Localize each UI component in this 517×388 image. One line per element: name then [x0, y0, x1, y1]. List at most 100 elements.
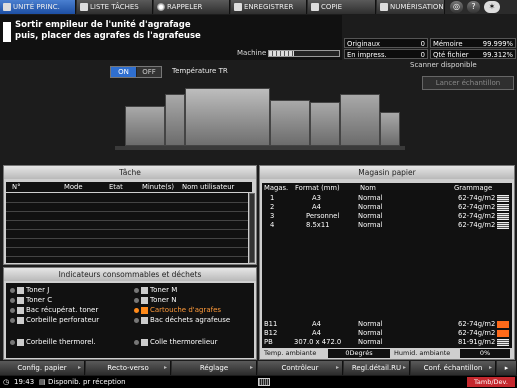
paper-level-icon: [497, 204, 509, 211]
col-mode: Mode: [64, 183, 83, 191]
tab-numerisation[interactable]: NUMÉRISATION: [377, 0, 445, 14]
toner-icon: [17, 287, 24, 294]
col-magas: Magas.: [264, 184, 289, 192]
table-row: [6, 256, 248, 257]
punch-icon: [17, 317, 24, 324]
tab-enregistrer[interactable]: ENREGISTRER: [231, 0, 307, 14]
config-papier-button[interactable]: Config. papier ▸: [0, 361, 85, 375]
machine-feeder: [125, 106, 165, 146]
indicator-cartouche-agrafes: Cartouche d'agrafes: [134, 306, 221, 315]
indicator-corbeille-perforateur: Corbeille perforateur: [10, 316, 99, 325]
indicator-toner-n: Toner N: [134, 296, 176, 305]
indicator-toner-j: Toner J: [10, 286, 49, 295]
paper-level-icon: [497, 195, 509, 202]
tamb-dev-badge[interactable]: Tamb/Dev.: [467, 377, 515, 387]
table-row: [6, 229, 248, 230]
staple-waste-icon: [141, 317, 148, 324]
help-icon: ?: [471, 2, 476, 11]
save-icon: [234, 3, 242, 11]
copy-icon: [311, 3, 319, 11]
tache-title: Tâche: [4, 166, 256, 179]
tab-unite-princ[interactable]: UNITÉ PRINC.: [0, 0, 76, 14]
magasin-list: 1 A3 Normal 62-74g/m2 2 A4 Normal 62-74g…: [262, 193, 512, 348]
settings-button[interactable]: ✶: [484, 1, 500, 13]
recall-icon: [157, 3, 165, 11]
status-dot: [134, 340, 139, 345]
arrow-icon: ▸: [402, 364, 406, 371]
tab-label: COPIE: [321, 3, 343, 11]
chevron-right-icon: ▸: [504, 364, 509, 372]
indicator-colle-thermorelieur: Colle thermorelieur: [134, 338, 217, 347]
next-page-button[interactable]: ▸: [497, 361, 517, 375]
tray-row-3[interactable]: 3 Personnel Normal 62-74g/m2: [262, 212, 512, 221]
magasin-title: Magasin papier: [260, 166, 514, 179]
counters-panel: Originaux 0 Mémoire 99.999% En impress. 0 Q…: [344, 38, 516, 60]
status-dot: [134, 298, 139, 303]
tab-rappeler[interactable]: RAPPELER: [154, 0, 230, 14]
alert-message-line2: puis, placer des agrafes ds l'agrafeuse: [15, 31, 201, 41]
magasin-panel: Magasin papier Magas. Format (mm) Nom Gr…: [259, 165, 515, 360]
tab-label: UNITÉ PRINC.: [13, 3, 60, 11]
recto-verso-button[interactable]: Recto-verso ▸: [86, 361, 171, 375]
table-row: [6, 202, 248, 203]
machine-progress-fill: [269, 51, 294, 56]
conf-echantillon-button[interactable]: Conf. échantillon ▸: [411, 361, 496, 375]
globe-button[interactable]: ◎: [450, 1, 463, 13]
printer-icon: [3, 3, 11, 11]
paper-level-icon: [497, 213, 509, 220]
col-nom: Nom: [360, 184, 376, 192]
temperature-toggle[interactable]: ON OFF: [110, 66, 162, 78]
status-time: 19:43: [14, 378, 35, 386]
status-dot: [10, 288, 15, 293]
toggle-on-button[interactable]: ON: [111, 67, 136, 77]
status-dot: [10, 318, 15, 323]
binder-waste-icon: [17, 339, 24, 346]
tab-liste-taches[interactable]: LISTE TÂCHES: [77, 0, 153, 14]
toggle-off-button[interactable]: OFF: [137, 67, 161, 77]
keyboard-icon[interactable]: [258, 378, 270, 386]
controleur-button[interactable]: Contrôleur ▸: [258, 361, 343, 375]
tray-row-1[interactable]: 1 A3 Normal 62-74g/m2: [262, 194, 512, 203]
table-row: [6, 238, 248, 239]
tray-row-2[interactable]: 2 A4 Normal 62-74g/m2: [262, 203, 512, 212]
table-row: [6, 211, 248, 212]
table-row: [6, 220, 248, 221]
toner-icon: [17, 297, 24, 304]
tray-row-b12[interactable]: B12 A4 Normal 62-74g/m2: [262, 329, 512, 338]
machine-main-body: [185, 88, 270, 146]
tray-row-4[interactable]: 4 8.5x11 Normal 62-74g/m2: [262, 221, 512, 230]
regl-detail-ru-button[interactable]: Regl.détail.RU ▸: [344, 361, 410, 375]
machine-illustration: [115, 84, 405, 156]
tray-row-pb[interactable]: PB 307.0 x 472.0 Normal 81-91g/m2: [262, 338, 512, 347]
indicateurs-list: Toner J Toner M Toner C Toner N Bac récu…: [6, 283, 254, 358]
lancer-echantillon-button[interactable]: Lancer échantillon: [422, 76, 514, 90]
arrow-icon: ▸: [249, 364, 253, 371]
network-icon: ▤: [39, 378, 46, 386]
tray-row-b11[interactable]: B11 A4 Normal 62-74g/m2: [262, 320, 512, 329]
machine-unit-3: [310, 102, 340, 146]
col-etat: Etat: [109, 183, 123, 191]
temp-ambiante-label: Temp. ambiante: [264, 349, 317, 357]
status-dot: [10, 340, 15, 345]
tache-scrollbar[interactable]: [249, 193, 255, 263]
machine-unit-2: [270, 100, 310, 146]
tab-copie[interactable]: COPIE: [308, 0, 376, 14]
paper-low-icon: [497, 321, 509, 328]
machine-base: [115, 146, 405, 150]
reglage-button[interactable]: Réglage ▸: [172, 361, 257, 375]
indicator-toner-m: Toner M: [134, 286, 177, 295]
counter-qte-fichier: Qté fichier 99.312%: [430, 49, 516, 59]
status-dot: [10, 298, 15, 303]
indicator-bac-dechets-agrafeuse: Bac déchets agrafeuse: [134, 316, 230, 325]
waste-toner-icon: [17, 307, 24, 314]
alert-icon: [3, 22, 11, 42]
status-dot: [134, 288, 139, 293]
tab-label: LISTE TÂCHES: [90, 3, 139, 11]
arrow-icon: ▸: [163, 364, 167, 371]
counter-memoire: Mémoire 99.999%: [430, 38, 516, 48]
help-button[interactable]: ?: [467, 1, 480, 13]
tache-list[interactable]: [6, 193, 248, 263]
top-tab-bar: UNITÉ PRINC. LISTE TÂCHES RAPPELER ENREG…: [0, 0, 517, 14]
indicateurs-panel: Indicateurs consommables et déchets Tone…: [3, 267, 257, 360]
temperature-label: Température TR: [172, 67, 228, 75]
